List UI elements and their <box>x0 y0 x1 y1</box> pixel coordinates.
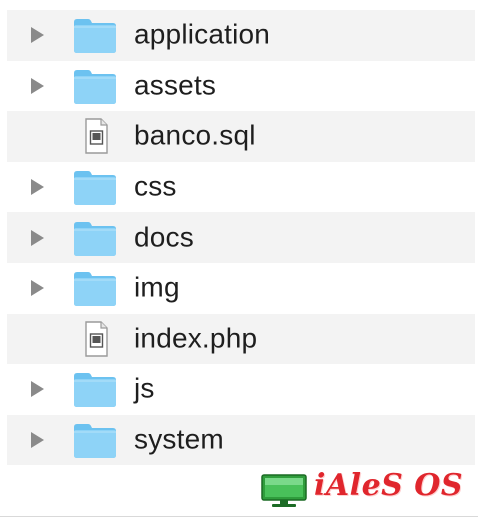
disclosure-triangle-icon[interactable] <box>31 77 44 94</box>
list-item-img[interactable]: img <box>7 263 475 314</box>
list-item-system[interactable]: system <box>7 414 475 466</box>
disclosure-triangle-icon[interactable] <box>31 27 44 44</box>
item-label: assets <box>134 69 217 101</box>
folder-icon <box>73 269 117 307</box>
item-label: index.php <box>134 322 258 354</box>
list-item-application[interactable]: application <box>7 10 475 61</box>
disclosure-triangle-icon[interactable] <box>31 381 44 398</box>
file-list: application assets banco.sql css docs im… <box>7 10 475 466</box>
item-label: system <box>134 423 224 455</box>
disclosure-triangle-icon[interactable] <box>31 229 44 246</box>
folder-icon <box>73 67 117 105</box>
document-icon <box>73 117 117 155</box>
watermark-text: iAleS OS <box>314 468 464 503</box>
item-label: js <box>134 372 155 404</box>
list-item-docs[interactable]: docs <box>7 212 475 263</box>
list-item-js[interactable]: js <box>7 364 475 415</box>
list-item-css[interactable]: css <box>7 162 475 213</box>
watermark: iAleS OS <box>260 468 464 510</box>
item-label: docs <box>134 221 194 253</box>
item-label: img <box>134 271 180 303</box>
document-icon <box>73 320 117 358</box>
list-item-banco-sql[interactable]: banco.sql <box>7 111 475 162</box>
divider <box>0 516 478 517</box>
item-label: css <box>134 170 177 202</box>
disclosure-triangle-icon[interactable] <box>31 280 44 297</box>
list-item-assets[interactable]: assets <box>7 61 475 112</box>
folder-icon <box>73 16 117 54</box>
folder-icon <box>73 168 117 206</box>
folder-icon <box>73 421 117 459</box>
folder-icon <box>73 219 117 257</box>
item-label: application <box>134 18 271 50</box>
folder-icon <box>73 370 117 408</box>
list-item-index-php[interactable]: index.php <box>7 313 475 365</box>
item-label: banco.sql <box>134 119 256 151</box>
monitor-icon <box>260 474 308 508</box>
disclosure-triangle-icon[interactable] <box>31 432 44 449</box>
disclosure-triangle-icon[interactable] <box>31 179 44 196</box>
